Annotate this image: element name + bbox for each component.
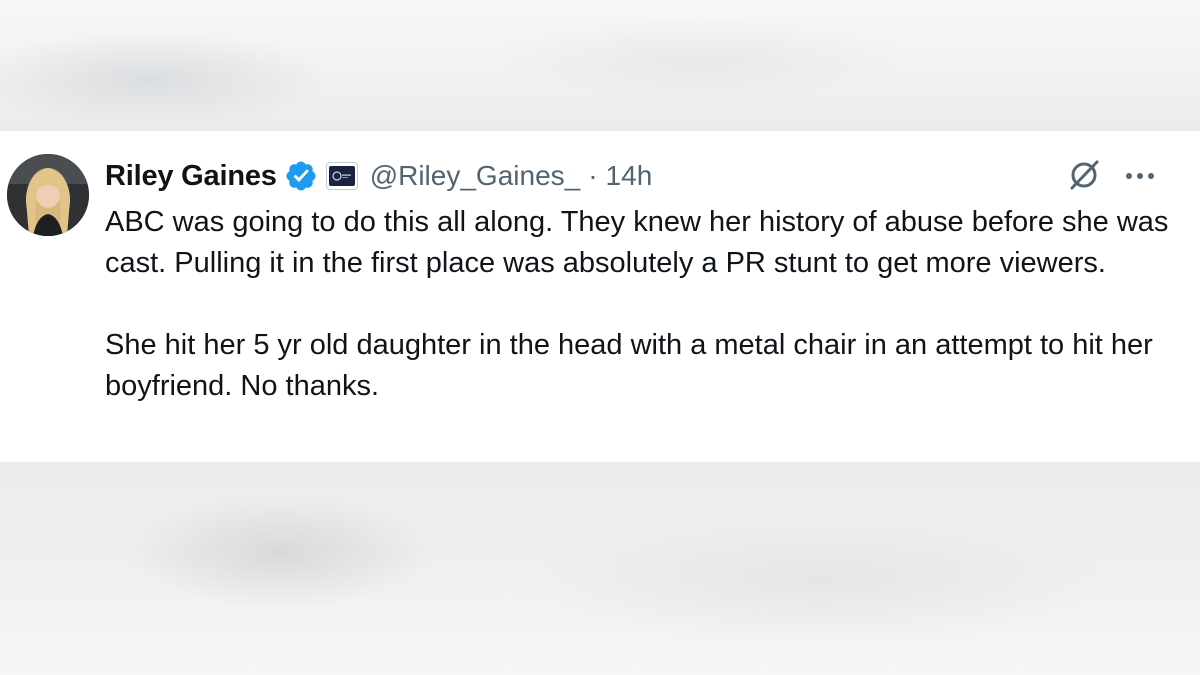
tweet-header: Riley Gaines @Riley_Gaines_ · 14h <box>105 155 652 197</box>
tweet-paragraph: ABC was going to do this all along. They… <box>105 206 1169 279</box>
more-button[interactable] <box>1120 157 1160 197</box>
verified-badge-icon <box>284 159 318 193</box>
avatar[interactable] <box>7 154 89 236</box>
timestamp[interactable]: 14h <box>606 160 653 192</box>
background-blur-bottom <box>0 462 1200 675</box>
tweet-card[interactable]: Riley Gaines @Riley_Gaines_ · 14h ABC wa… <box>0 131 1200 462</box>
grok-icon <box>1066 157 1102 198</box>
author-handle[interactable]: @Riley_Gaines_ <box>370 160 581 192</box>
author-name[interactable]: Riley Gaines <box>105 160 277 193</box>
tweet-paragraph: She hit her 5 yr old daughter in the hea… <box>105 329 1153 402</box>
tweet-text: ABC was going to do this all along. They… <box>105 202 1185 407</box>
affiliate-badge-icon[interactable] <box>325 162 358 190</box>
grok-button[interactable] <box>1064 157 1104 197</box>
more-icon <box>1124 168 1156 186</box>
background-blur-top <box>0 0 1200 131</box>
meta-separator: · <box>588 160 598 191</box>
